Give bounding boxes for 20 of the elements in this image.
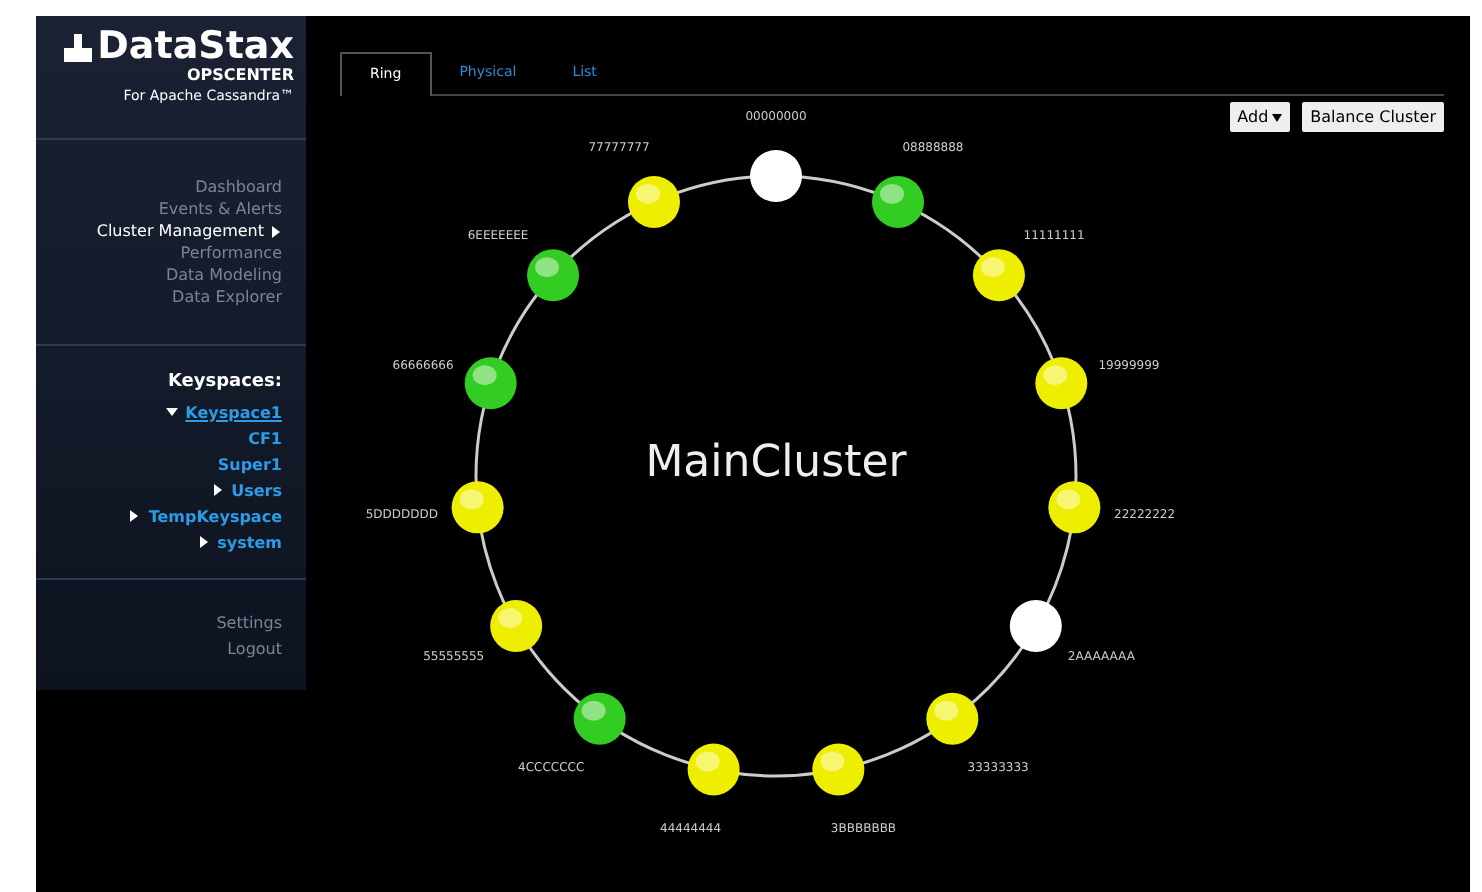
nav-link[interactable]: Performance (180, 242, 282, 264)
nav-link[interactable]: Logout (227, 637, 282, 659)
nav-link[interactable]: Events & Alerts (158, 198, 282, 220)
keyspace-link[interactable]: Keyspace1 (185, 401, 282, 423)
logo-name: DataStax (97, 28, 294, 66)
keyspace-link[interactable]: Super1 (217, 453, 282, 475)
keyspace-link[interactable]: CF1 (248, 427, 282, 449)
nav-link[interactable]: Data Modeling (165, 264, 282, 286)
cluster-name: MainCluster (645, 438, 907, 488)
balance-button[interactable]: Balance Cluster (1302, 102, 1444, 132)
nav-link[interactable]: Dashboard (195, 176, 282, 198)
nav-link[interactable]: Cluster Management (96, 220, 264, 242)
product-name: OPSCENTER (186, 66, 294, 86)
add-dropdown[interactable]: Add (1229, 102, 1291, 132)
nav-link[interactable]: Data Explorer (172, 286, 282, 308)
keyspace-link[interactable]: Users (231, 479, 282, 501)
keyspace-link[interactable]: TempKeyspace (148, 505, 282, 527)
keyspace-link[interactable]: system (217, 531, 282, 553)
keyspaces-heading: Keyspaces: (167, 369, 282, 393)
nav-link[interactable]: Settings (216, 611, 282, 633)
